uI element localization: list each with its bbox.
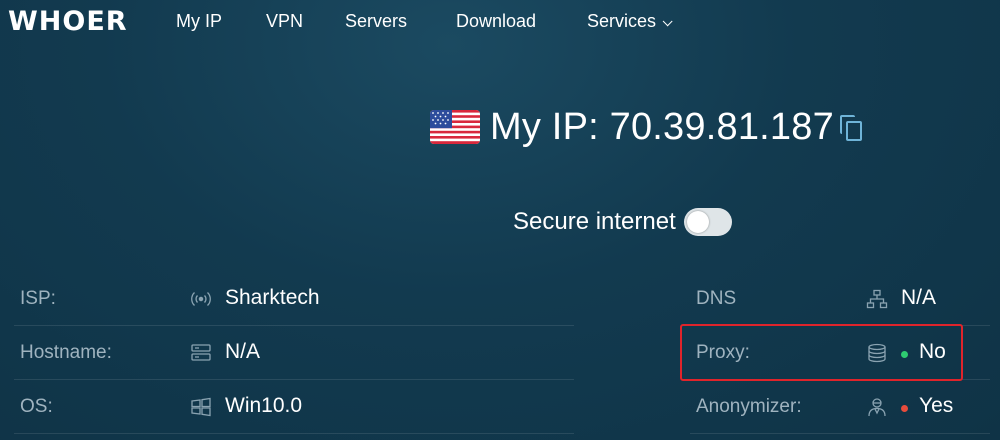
my-ip-title: My IP: 70.39.81.187 [490, 105, 834, 148]
isp-value: Sharktech [225, 286, 320, 309]
os-label: OS: [20, 396, 53, 417]
nav-item-services[interactable]: Services [587, 11, 673, 32]
toggle-knob [686, 211, 709, 233]
isp-label: ISP: [20, 288, 56, 309]
ip-header: My IP: 70.39.81.187 [430, 104, 864, 150]
info-row-anonymizer: Anonymizer: Yes [690, 380, 990, 434]
whoer-logo[interactable]: WHOER [8, 6, 128, 37]
secure-internet-label: Secure internet [513, 208, 676, 235]
info-row-hostname: Hostname: N/A [14, 326, 574, 380]
windows-icon [190, 397, 212, 417]
us-flag-icon [430, 110, 480, 144]
os-value: Win10.0 [225, 394, 303, 417]
signal-icon [190, 289, 212, 309]
info-row-os: OS: Win10.0 [14, 380, 574, 434]
proxy-highlight-box [680, 324, 963, 381]
nav-item-servers[interactable]: Servers [345, 11, 407, 32]
info-row-isp: ISP: Sharktech [14, 272, 574, 326]
hostname-label: Hostname: [20, 342, 112, 363]
chevron-down-icon [662, 16, 673, 27]
secure-internet-control: Secure internet [513, 208, 732, 236]
user-icon [866, 397, 888, 417]
network-icon [866, 289, 888, 309]
anonymizer-label: Anonymizer: [696, 396, 802, 417]
nav-item-download[interactable]: Download [456, 11, 536, 32]
top-nav: WHOER My IP VPN Servers Download Service… [0, 0, 1000, 44]
nav-item-services-label: Services [587, 11, 657, 31]
server-icon [190, 343, 212, 363]
dns-value: N/A [901, 286, 937, 309]
nav-item-my-ip[interactable]: My IP [176, 11, 222, 32]
info-row-dns: DNS N/A [690, 272, 990, 326]
nav-item-vpn[interactable]: VPN [266, 11, 303, 32]
dns-label: DNS [696, 288, 737, 309]
secure-internet-toggle[interactable] [683, 208, 732, 236]
hostname-value: N/A [225, 340, 261, 363]
anonymizer-status-dot [901, 405, 908, 412]
anonymizer-value: Yes [919, 394, 954, 417]
copy-icon[interactable] [839, 113, 864, 141]
